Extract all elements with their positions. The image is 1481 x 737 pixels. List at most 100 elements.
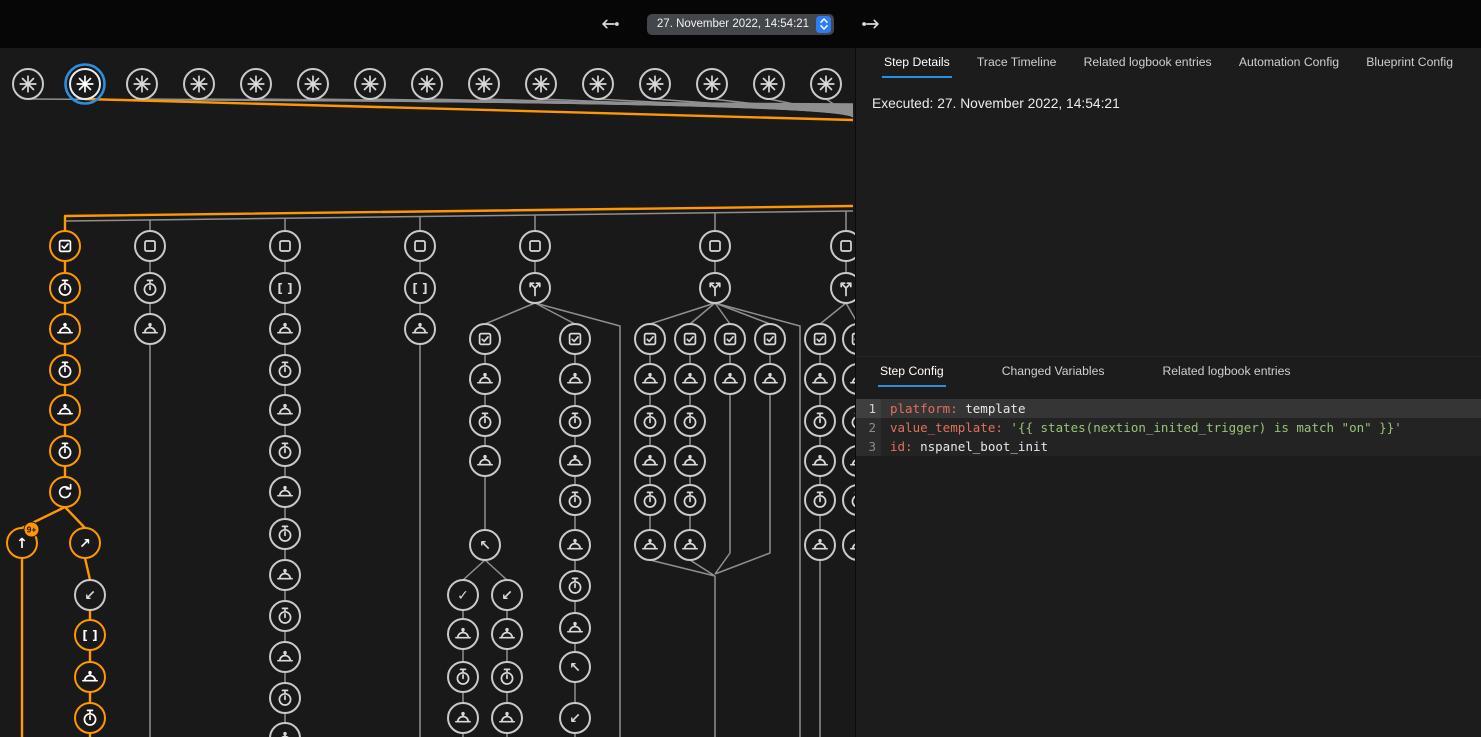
- tab-changed-variables[interactable]: Changed Variables: [1000, 357, 1107, 387]
- node-bell[interactable]: [270, 723, 300, 737]
- node-bell[interactable]: [492, 703, 522, 733]
- node-timer[interactable]: [635, 406, 665, 436]
- node-checksquare[interactable]: [755, 324, 785, 354]
- node-timer[interactable]: [270, 519, 300, 549]
- node-bell[interactable]: [635, 446, 665, 476]
- node-bell[interactable]: [270, 477, 300, 507]
- node-square[interactable]: [270, 231, 300, 261]
- tab-blueprint-config[interactable]: Blueprint Config: [1364, 48, 1455, 78]
- node-split[interactable]: [700, 273, 730, 303]
- tab-step-config[interactable]: Step Config: [878, 357, 946, 387]
- node-timer[interactable]: [135, 273, 165, 303]
- node-bell[interactable]: [805, 364, 835, 394]
- node-square[interactable]: [135, 231, 165, 261]
- node-bell[interactable]: [843, 364, 855, 394]
- node-brackets[interactable]: [ ]: [405, 273, 435, 303]
- tab-automation-config[interactable]: Automation Config: [1237, 48, 1341, 78]
- node-timer[interactable]: [270, 683, 300, 713]
- node-bell[interactable]: [50, 314, 80, 344]
- node-bell[interactable]: [492, 619, 522, 649]
- node-asterisk[interactable]: [526, 69, 556, 99]
- node-timer[interactable]: [50, 273, 80, 303]
- node-asterisk[interactable]: [697, 69, 727, 99]
- node-bell[interactable]: [270, 395, 300, 425]
- tab-step-details[interactable]: Step Details: [882, 48, 952, 78]
- run-selector[interactable]: 27. November 2022, 14:54:21: [647, 14, 834, 35]
- node-asterisk[interactable]: [412, 69, 442, 99]
- tab-related-logbook-entries[interactable]: Related logbook entries: [1160, 357, 1292, 387]
- node-bell[interactable]: [805, 530, 835, 560]
- node-square[interactable]: [520, 231, 550, 261]
- node-bell[interactable]: [50, 395, 80, 425]
- node-asterisk[interactable]: [13, 69, 43, 99]
- previous-run-button[interactable]: [597, 11, 623, 37]
- node-bell[interactable]: [805, 446, 835, 476]
- node-repeat[interactable]: [50, 477, 80, 507]
- node-bell[interactable]: [448, 619, 478, 649]
- node-arrow-sw[interactable]: ↙: [75, 580, 105, 610]
- node-split[interactable]: [831, 273, 855, 303]
- node-bell[interactable]: [715, 364, 745, 394]
- node-checksquare[interactable]: [715, 324, 745, 354]
- node-bell[interactable]: [675, 446, 705, 476]
- node-bell[interactable]: [560, 364, 590, 394]
- node-bell[interactable]: [635, 364, 665, 394]
- node-square[interactable]: [831, 231, 855, 261]
- node-square[interactable]: [405, 231, 435, 261]
- node-arrow-up[interactable]: ↑9+: [7, 522, 39, 558]
- tab-trace-timeline[interactable]: Trace Timeline: [975, 48, 1058, 78]
- node-bell[interactable]: [755, 364, 785, 394]
- node-bell[interactable]: [470, 364, 500, 394]
- node-checksquare[interactable]: [805, 324, 835, 354]
- node-timer[interactable]: [50, 355, 80, 385]
- node-timer[interactable]: [470, 406, 500, 436]
- node-arrow-ne[interactable]: ↗: [70, 528, 100, 558]
- node-asterisk[interactable]: [184, 69, 214, 99]
- node-asterisk[interactable]: [754, 69, 784, 99]
- node-brackets[interactable]: [ ]: [270, 273, 300, 303]
- node-arrow-nw[interactable]: ↖: [560, 652, 590, 682]
- node-timer[interactable]: [492, 662, 522, 692]
- node-asterisk[interactable]: [640, 69, 670, 99]
- node-asterisk[interactable]: [66, 65, 105, 104]
- node-timer[interactable]: [50, 436, 80, 466]
- node-asterisk[interactable]: [469, 69, 499, 99]
- node-asterisk[interactable]: [355, 69, 385, 99]
- node-timer[interactable]: [805, 406, 835, 436]
- node-timer[interactable]: [560, 571, 590, 601]
- node-timer[interactable]: [675, 406, 705, 436]
- node-timer[interactable]: [448, 662, 478, 692]
- node-timer[interactable]: [843, 485, 855, 515]
- node-bell[interactable]: [270, 642, 300, 672]
- node-arrow-nw[interactable]: ↖: [470, 530, 500, 560]
- node-bell[interactable]: [75, 662, 105, 692]
- node-arrow-sw[interactable]: ↙: [560, 703, 590, 733]
- node-checksquare[interactable]: [50, 231, 80, 261]
- node-bell[interactable]: [560, 446, 590, 476]
- node-brackets[interactable]: [ ]: [75, 620, 105, 650]
- node-square[interactable]: [700, 231, 730, 261]
- node-bell[interactable]: [470, 446, 500, 476]
- next-run-button[interactable]: [858, 11, 884, 37]
- node-bell[interactable]: [270, 560, 300, 590]
- tab-related-logbook-entries[interactable]: Related logbook entries: [1082, 48, 1214, 78]
- node-bell[interactable]: [560, 613, 590, 643]
- node-asterisk[interactable]: [241, 69, 271, 99]
- node-checksquare[interactable]: [635, 324, 665, 354]
- node-timer[interactable]: [675, 485, 705, 515]
- node-checksquare[interactable]: [470, 324, 500, 354]
- node-timer[interactable]: [270, 436, 300, 466]
- node-bell[interactable]: [135, 314, 165, 344]
- node-asterisk[interactable]: [127, 69, 157, 99]
- node-bell[interactable]: [675, 364, 705, 394]
- node-bell[interactable]: [675, 530, 705, 560]
- node-checksquare[interactable]: [560, 324, 590, 354]
- node-timer[interactable]: [635, 485, 665, 515]
- node-bell[interactable]: [405, 314, 435, 344]
- node-timer[interactable]: [805, 485, 835, 515]
- node-bell[interactable]: [843, 446, 855, 476]
- node-timer[interactable]: [75, 703, 105, 733]
- node-split[interactable]: [520, 273, 550, 303]
- node-timer[interactable]: [270, 601, 300, 631]
- node-bell[interactable]: [560, 530, 590, 560]
